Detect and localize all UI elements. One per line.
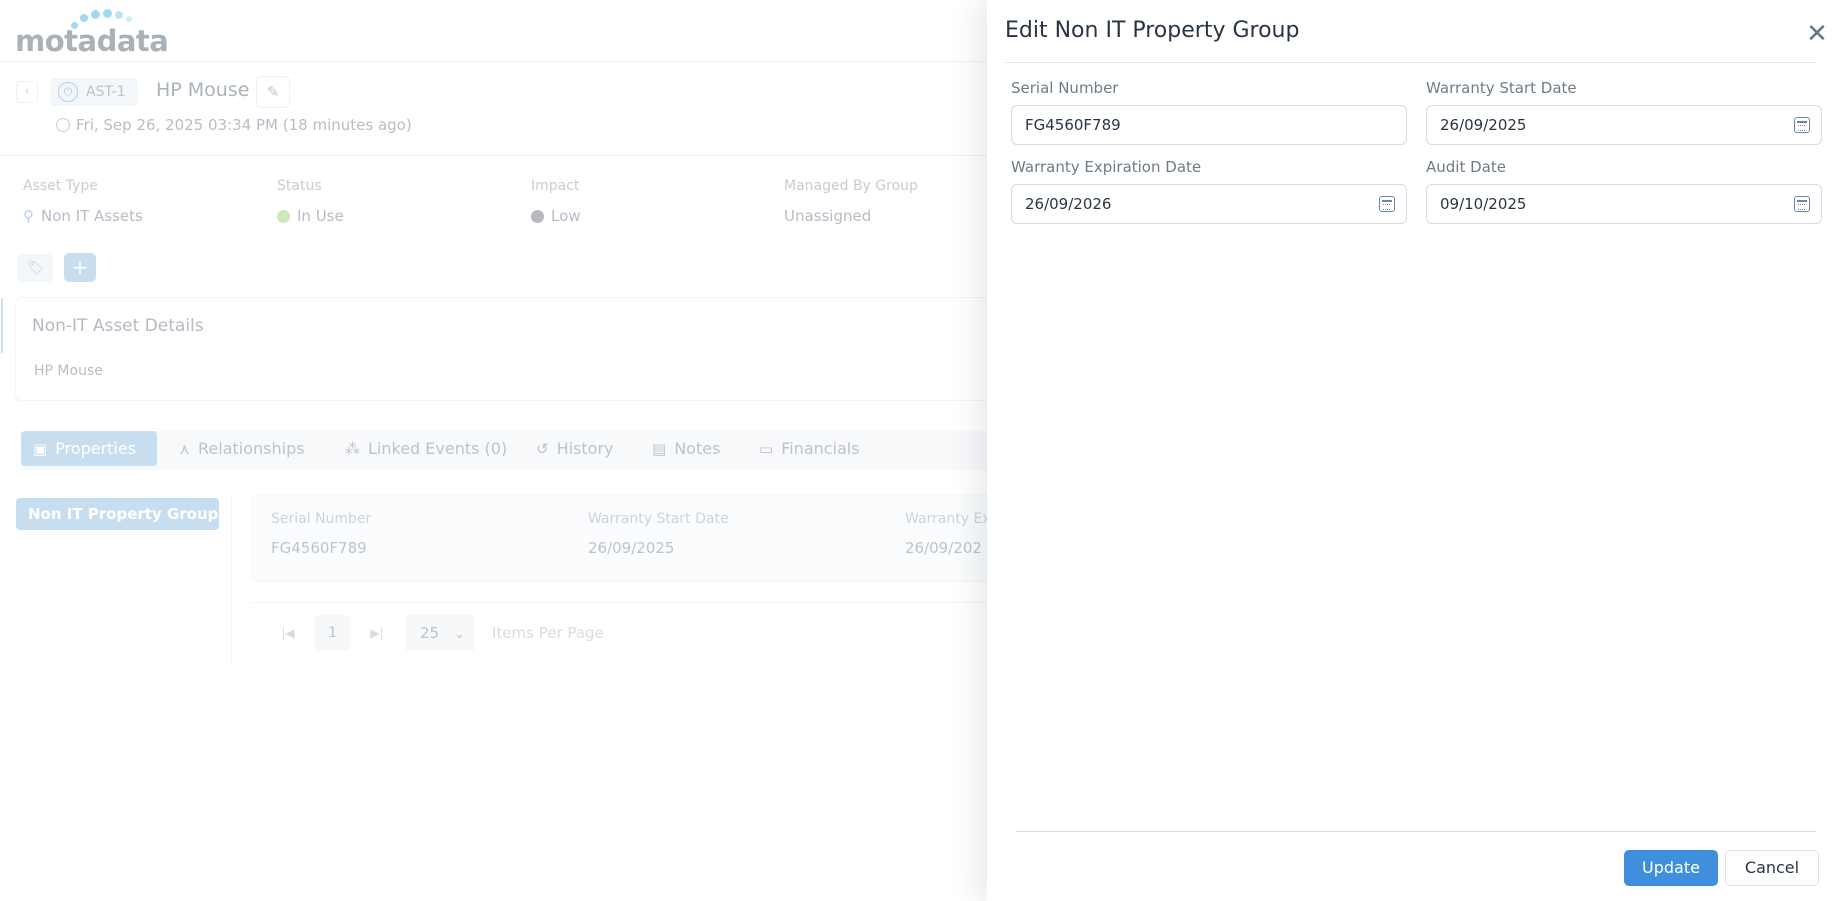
field-value: 09/10/2025 [1440, 195, 1527, 213]
calendar-icon[interactable] [1379, 196, 1395, 212]
close-icon[interactable]: ✕ [1803, 20, 1831, 48]
field-label: Audit Date [1426, 158, 1506, 176]
calendar-icon[interactable] [1794, 196, 1810, 212]
field-label: Serial Number [1011, 79, 1119, 97]
calendar-icon[interactable] [1794, 117, 1810, 133]
field-label: Warranty Start Date [1426, 79, 1577, 97]
audit-date-input[interactable]: 09/10/2025 [1426, 184, 1822, 224]
warranty-expiration-date-input[interactable]: 26/09/2026 [1011, 184, 1407, 224]
serial-number-input[interactable]: FG4560F789 [1011, 105, 1407, 145]
warranty-start-date-input[interactable]: 26/09/2025 [1426, 105, 1822, 145]
cancel-button[interactable]: Cancel [1725, 850, 1819, 886]
warranty-expiration-date-field: Warranty Expiration Date 26/09/2026 [1011, 158, 1407, 224]
warranty-start-date-field: Warranty Start Date 26/09/2025 [1426, 79, 1822, 145]
update-button[interactable]: Update [1624, 850, 1718, 886]
field-value: 26/09/2025 [1440, 116, 1527, 134]
drawer-title: Edit Non IT Property Group [1005, 18, 1300, 43]
drawer-header-divider [1005, 62, 1815, 63]
field-value: 26/09/2026 [1025, 195, 1112, 213]
field-label: Warranty Expiration Date [1011, 158, 1202, 176]
audit-date-field: Audit Date 09/10/2025 [1426, 158, 1822, 224]
field-value: FG4560F789 [1025, 116, 1121, 134]
serial-number-field: Serial Number FG4560F789 [1011, 79, 1407, 145]
edit-drawer: Edit Non IT Property Group ✕ Serial Numb… [987, 0, 1845, 901]
footer-divider [1016, 831, 1816, 832]
